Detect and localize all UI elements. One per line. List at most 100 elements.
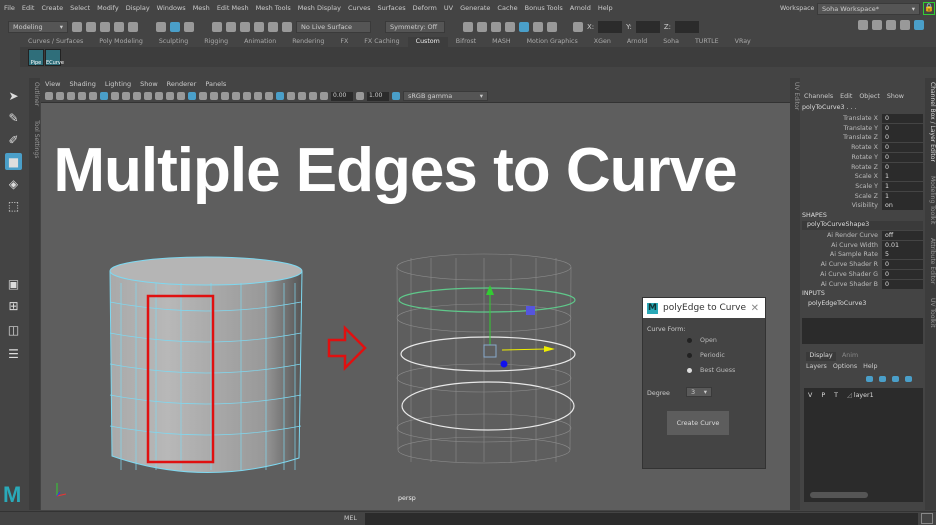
shape-name[interactable]: polyToCurveShape3 <box>802 221 923 230</box>
curve-middle[interactable] <box>400 336 576 372</box>
outliner-tab[interactable]: Outliner <box>33 82 40 106</box>
channel-value[interactable]: off <box>882 231 923 240</box>
mel-label[interactable]: MEL <box>344 515 357 522</box>
layer-name[interactable]: layer1 <box>854 392 874 399</box>
layer-row[interactable]: V P T ◿ layer1 <box>808 392 874 399</box>
menu-surfaces[interactable]: Surfaces <box>378 4 406 12</box>
menu-help[interactable]: Help <box>598 4 613 12</box>
channel-label[interactable]: Rotate X <box>851 144 878 151</box>
horizontal-scrollbar[interactable] <box>810 492 868 498</box>
snap-surface-icon[interactable] <box>268 21 278 32</box>
workspace-dropdown[interactable]: Soha Workspace* ▾ <box>817 3 920 15</box>
two-view-icon[interactable]: ◫ <box>5 321 22 338</box>
object-name[interactable]: polyToCurve3 . . . <box>802 104 857 111</box>
channel-value[interactable]: on <box>882 201 923 211</box>
channel-value[interactable]: 1 <box>882 191 923 201</box>
channel-value[interactable]: 0 <box>882 279 923 289</box>
menu-mesh-tools[interactable]: Mesh Tools <box>256 4 291 12</box>
channel-row[interactable]: Translate Y 0 <box>800 123 925 134</box>
channel-value[interactable]: 0 <box>882 133 923 143</box>
uv-editor-strip[interactable]: UV Editor <box>790 78 800 510</box>
channel-row[interactable]: Ai Curve Shader R 0 <box>800 260 925 270</box>
new-empty-layer-icon[interactable] <box>892 376 899 382</box>
channel-row[interactable]: Ai Curve Shader G 0 <box>800 269 925 280</box>
hypershade-icon[interactable] <box>505 21 515 32</box>
save-icon[interactable] <box>100 21 110 32</box>
menu-bonus-tools[interactable]: Bonus Tools <box>525 4 563 12</box>
select-object-icon[interactable] <box>170 21 180 32</box>
shelf-tab-curves-surfaces[interactable]: Curves / Surfaces <box>20 37 91 47</box>
channel-row[interactable]: Ai Curve Shader B 0 <box>800 279 925 290</box>
shelf-tab-custom[interactable]: Custom <box>407 37 448 47</box>
render-settings-icon[interactable] <box>491 21 501 32</box>
channel-label[interactable]: Ai Curve Shader R <box>821 261 878 268</box>
uv-toolkit-tab[interactable]: UV Toolkit <box>925 298 936 328</box>
menu-deform[interactable]: Deform <box>413 4 437 12</box>
channel-value[interactable]: 0 <box>882 152 923 162</box>
layer-move-down-icon[interactable] <box>879 376 886 382</box>
ipr-icon[interactable] <box>477 21 487 32</box>
uv-editor-tab[interactable]: UV Editor <box>793 82 800 110</box>
channel-label[interactable]: Translate Z <box>843 134 878 141</box>
radio-open[interactable]: Open <box>687 337 717 344</box>
channel-label[interactable]: Ai Curve Shader G <box>820 271 878 278</box>
menu-mesh-display[interactable]: Mesh Display <box>298 4 341 12</box>
shelf-tab-fx-caching[interactable]: FX Caching <box>356 37 407 47</box>
channel-box-menu-show[interactable]: Show <box>887 93 904 100</box>
x-field[interactable] <box>598 20 623 33</box>
shelf-tab-turtle[interactable]: TURTLE <box>687 37 727 47</box>
select-hierarchy-icon[interactable] <box>156 21 166 32</box>
degree-dropdown[interactable]: 3 ▾ <box>686 387 712 397</box>
tab-display[interactable]: Display <box>806 352 836 361</box>
menu-cache[interactable]: Cache <box>497 4 517 12</box>
shelf-tab-rigging[interactable]: Rigging <box>196 37 236 47</box>
menu-display[interactable]: Display <box>126 4 150 12</box>
mode-dropdown[interactable]: Modeling ▾ <box>8 20 68 33</box>
menu-create[interactable]: Create <box>41 4 63 12</box>
polygon-cylinder[interactable] <box>109 256 303 473</box>
channel-label[interactable]: Translate X <box>843 115 878 122</box>
magnet-icon[interactable] <box>282 21 292 32</box>
layer-move-up-icon[interactable] <box>866 376 873 382</box>
human-ik-icon[interactable] <box>872 20 882 30</box>
channel-row[interactable]: Visibility on <box>800 201 925 211</box>
live-surface-field[interactable]: No Live Surface <box>296 20 371 33</box>
shelf-tab-animation[interactable]: Animation <box>236 37 284 47</box>
input-name[interactable]: polyEdgeToCurve3 <box>808 300 866 307</box>
curve-top[interactable] <box>398 287 576 313</box>
channel-label[interactable]: Scale X <box>855 173 878 180</box>
shelf-tab-mash[interactable]: MASH <box>484 37 518 47</box>
channel-row[interactable]: Rotate Z 0 <box>800 162 925 173</box>
channel-value[interactable]: 0 <box>882 143 923 153</box>
undo-icon[interactable] <box>114 21 124 32</box>
channel-row[interactable]: Translate Z 0 <box>800 133 925 143</box>
channel-label[interactable]: Scale Z <box>855 193 878 200</box>
tool-settings-icon[interactable] <box>900 20 910 30</box>
attribute-editor-icon[interactable] <box>886 20 896 30</box>
menu-windows[interactable]: Windows <box>157 4 186 12</box>
modeling-toolkit-tab[interactable]: Modeling Toolkit <box>925 176 936 224</box>
tab-anim[interactable]: Anim <box>842 352 858 359</box>
select-tool-icon[interactable]: ➤ <box>5 87 22 104</box>
transform-icon[interactable] <box>573 21 583 32</box>
channel-row[interactable]: Rotate Y 0 <box>800 152 925 163</box>
create-curve-button[interactable]: Create Curve <box>667 411 729 435</box>
shelf-tab-sculpting[interactable]: Sculpting <box>151 37 196 47</box>
four-view-icon[interactable]: ⊞ <box>5 297 22 314</box>
render-view-icon[interactable] <box>533 21 543 32</box>
menu-modify[interactable]: Modify <box>97 4 119 12</box>
channel-label[interactable]: Rotate Z <box>851 164 878 171</box>
channel-value[interactable]: 0 <box>882 123 923 133</box>
menu-generate[interactable]: Generate <box>460 4 490 12</box>
menu-select[interactable]: Select <box>70 4 90 12</box>
new-layer-selected-icon[interactable] <box>905 376 912 382</box>
redo-icon[interactable] <box>128 21 138 32</box>
shelf-tab-rendering[interactable]: Rendering <box>284 37 332 47</box>
shelf-button-ecurve[interactable]: ECurve <box>45 49 64 66</box>
channel-label[interactable]: Visibility <box>852 202 878 209</box>
channel-value[interactable]: 0 <box>882 260 923 270</box>
radio-best-guess[interactable]: Best Guess <box>687 367 735 374</box>
channel-label[interactable]: Rotate Y <box>852 154 878 161</box>
channel-row[interactable]: Scale Z 1 <box>800 191 925 202</box>
radio-periodic[interactable]: Periodic <box>687 352 725 359</box>
